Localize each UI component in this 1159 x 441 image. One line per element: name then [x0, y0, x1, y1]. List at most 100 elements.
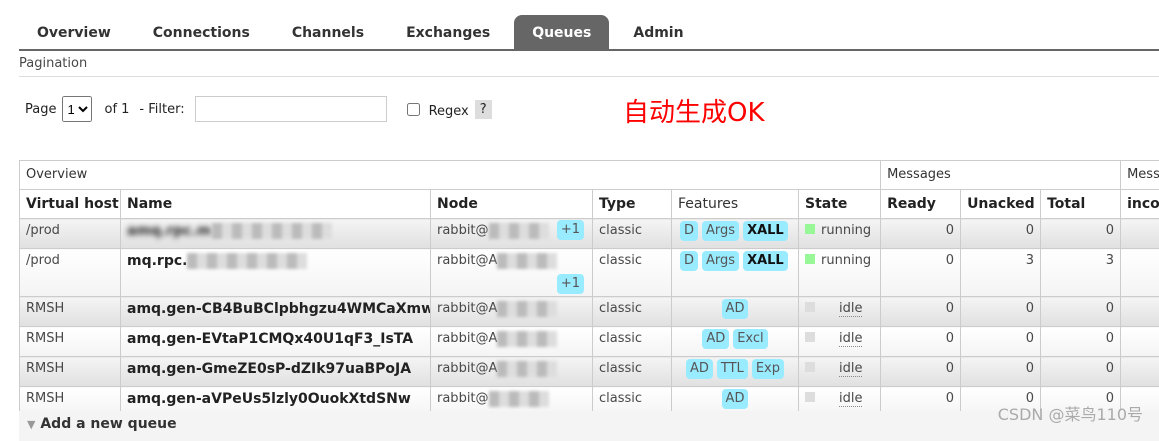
redacted-block [489, 223, 549, 239]
table-row[interactable]: RMSHamq.gen-CB4BuBClpbhgzu4WMCaXmwrabbit… [20, 297, 1159, 327]
incoming-rate-cell [1121, 327, 1159, 357]
redacted-block [497, 253, 557, 269]
feature-badge-ad: AD [722, 299, 749, 319]
state-indicator-icon [805, 362, 815, 372]
column-header-ready[interactable]: Ready [881, 190, 961, 219]
queue-name[interactable]: amq.gen-GmeZE0sP-dZIk97uaBPoJA [127, 361, 411, 377]
queue-name[interactable]: amq.gen-aVPeUs5lzly0OuokXtdSNw [127, 391, 411, 407]
column-header-type[interactable]: Type [593, 190, 672, 219]
tab-channels[interactable]: Channels [274, 15, 382, 49]
page-select[interactable]: 1 [62, 96, 92, 122]
table-row[interactable]: RMSHamq.gen-GmeZE0sP-dZIk97uaBPoJArabbit… [20, 357, 1159, 387]
state-cell: idle [799, 357, 881, 387]
node-name: rabbit@A [437, 301, 497, 316]
tab-connections[interactable]: Connections [135, 15, 268, 49]
node-name: rabbit@ [437, 223, 489, 238]
messages-ready-cell: 0 [881, 249, 961, 297]
node-name: rabbit@ [437, 391, 489, 406]
mirror-count-badge: +1 [557, 220, 584, 240]
queue-name-link[interactable]: amq.gen-GmeZE0sP-dZIk97uaBPoJA [121, 357, 431, 387]
column-header-unacked[interactable]: Unacked [961, 190, 1041, 219]
feature-badge-exp: Exp [752, 359, 784, 379]
node-cell: rabbit@ +1 [431, 219, 593, 249]
state-indicator-icon [805, 254, 815, 264]
node-cell: rabbit@A [431, 357, 593, 387]
state-label: idle [839, 301, 862, 317]
state-cell: idle [799, 297, 881, 327]
table-row[interactable]: /prodamq.rpc.mrabbit@+1classicDArgsXALLr… [20, 219, 1159, 249]
feature-badge-excl: Excl [733, 329, 767, 349]
incoming-rate-cell [1121, 357, 1159, 387]
group-messages: Messages [881, 161, 1121, 190]
redacted-block [497, 361, 557, 377]
messages-unacked-cell: 0 [961, 219, 1041, 249]
watermark: CSDN @菜鸟110号 [998, 401, 1143, 425]
queue-name[interactable]: amq.gen-EVtaP1CMQx40U1qF3_IsTA [127, 331, 413, 347]
messages-ready-cell: 0 [881, 357, 961, 387]
type-cell: classic [593, 249, 672, 297]
pagination-controls: Page 1 of 1 - Filter: Regex ? [25, 96, 492, 122]
node-cell: rabbit@A+1 [431, 249, 593, 297]
filter-input[interactable] [195, 96, 387, 122]
type-cell: classic [593, 297, 672, 327]
page-count: of 1 [104, 102, 129, 117]
features-cell: DArgsXALL [672, 219, 799, 249]
state-indicator-icon [805, 302, 815, 312]
tab-admin[interactable]: Admin [615, 15, 701, 49]
incoming-rate-cell [1121, 219, 1159, 249]
messages-ready-cell: 0 [881, 327, 961, 357]
messages-unacked-cell: 0 [961, 357, 1041, 387]
queue-name-link[interactable]: amq.gen-EVtaP1CMQx40U1qF3_IsTA [121, 327, 431, 357]
features-cell: DArgsXALL [672, 249, 799, 297]
column-header-total[interactable]: Total [1041, 190, 1121, 219]
regex-checkbox[interactable] [407, 103, 420, 116]
redacted-block [497, 301, 557, 317]
queue-name-link[interactable]: mq.rpc. [121, 249, 431, 297]
table-row[interactable]: RMSHamq.gen-EVtaP1CMQx40U1qF3_IsTArabbit… [20, 327, 1159, 357]
feature-badge-ad: AD [702, 329, 729, 349]
column-header-virtual-host[interactable]: Virtual host [20, 190, 121, 219]
column-header-name[interactable]: Name [121, 190, 431, 219]
feature-badge-d: D [680, 221, 698, 241]
main-nav-tabs: OverviewConnectionsChannelsExchangesQueu… [19, 15, 1159, 51]
column-header-incon[interactable]: incon [1121, 190, 1159, 219]
queue-name[interactable]: mq.rpc. [127, 253, 187, 269]
feature-badge-ttl: TTL [717, 359, 748, 379]
feature-badge-args: Args [702, 251, 739, 271]
node-cell: rabbit@A [431, 327, 593, 357]
add-queue-toggle[interactable]: ▼ Add a new queue [19, 411, 1159, 441]
feature-badge-ad: AD [686, 359, 713, 379]
queue-name[interactable]: amq.rpc.m [127, 223, 212, 239]
state-cell: idle [799, 327, 881, 357]
queue-name[interactable]: amq.gen-CB4BuBClpbhgzu4WMCaXmw [127, 301, 431, 317]
state-label: idle [839, 361, 862, 377]
feature-badge-args: Args [702, 221, 739, 241]
messages-unacked-cell: 3 [961, 249, 1041, 297]
tab-overview[interactable]: Overview [19, 15, 129, 49]
incoming-rate-cell [1121, 249, 1159, 297]
redacted-block [497, 331, 557, 347]
messages-total-cell: 0 [1041, 327, 1121, 357]
queue-name-link[interactable]: amq.rpc.m [121, 219, 431, 249]
triangle-down-icon: ▼ [27, 418, 35, 431]
queues-table: OverviewMessagesMess Virtual hostNameNod… [19, 160, 1159, 417]
state-indicator-icon [805, 392, 815, 402]
feature-badge-d: D [680, 251, 698, 271]
features-cell: AD [672, 297, 799, 327]
regex-help-button[interactable]: ? [475, 100, 492, 119]
queue-name-link[interactable]: amq.gen-CB4BuBClpbhgzu4WMCaXmw [121, 297, 431, 327]
table-row[interactable]: /prod mq.rpc. rabbit@A+1classicDArgsXALLru… [20, 249, 1159, 297]
column-header-state[interactable]: State [799, 190, 881, 219]
vhost-cell: /prod [20, 249, 121, 297]
state-cell: running [799, 249, 881, 297]
column-header-features[interactable]: Features [672, 190, 799, 219]
filter-label: - Filter: [139, 102, 184, 117]
tab-exchanges[interactable]: Exchanges [388, 15, 508, 49]
feature-badge-xall: XALL [743, 221, 788, 241]
state-indicator-icon [805, 224, 815, 234]
messages-total-cell: 0 [1041, 219, 1121, 249]
messages-total-cell: 3 [1041, 249, 1121, 297]
column-header-node[interactable]: Node [431, 190, 593, 219]
tab-queues[interactable]: Queues [514, 15, 609, 49]
group-message-rates: Mess [1121, 161, 1159, 190]
